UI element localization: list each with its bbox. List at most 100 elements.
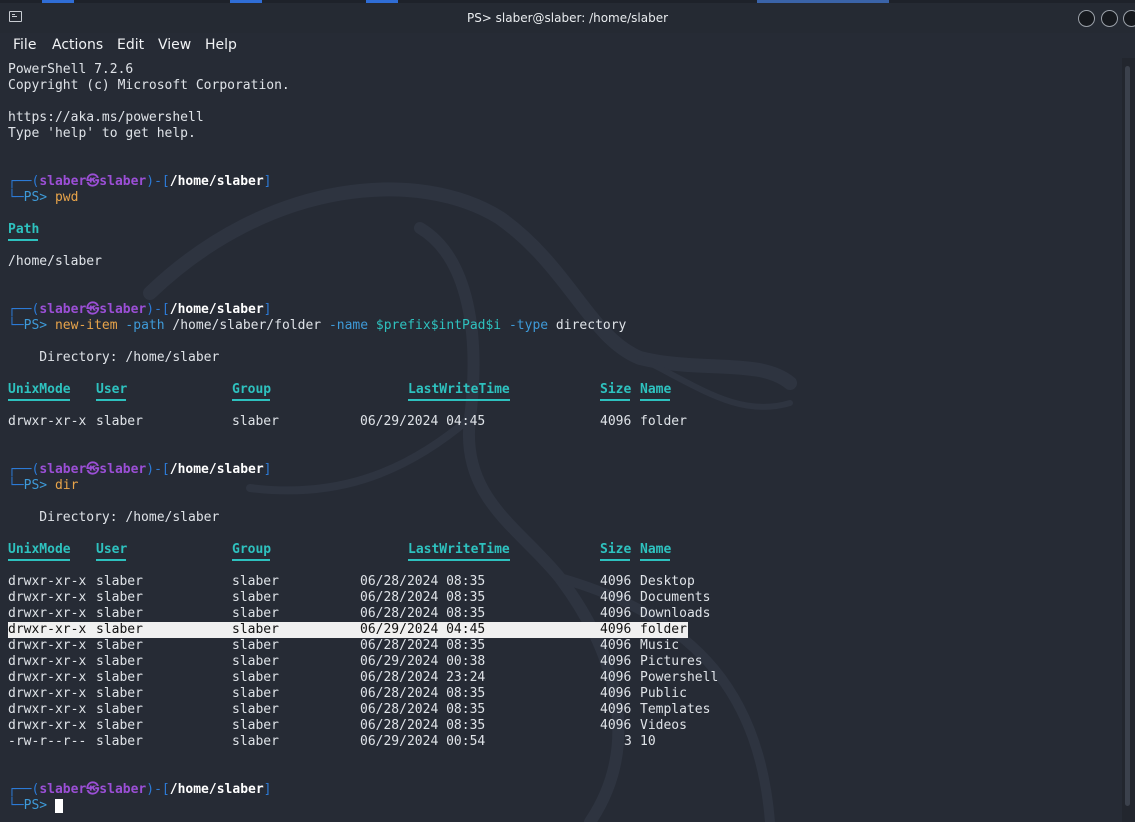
table-cell: drwxr-xr-x: [8, 718, 87, 733]
path-header: Path: [8, 222, 39, 238]
prompt-frame: └─: [8, 318, 24, 333]
directory-label: Directory: /home/slaber: [8, 510, 220, 525]
column-header: UnixMode: [8, 382, 71, 397]
prompt-dir: /home/slaber: [169, 174, 264, 189]
table-cell: slaber: [96, 686, 143, 701]
close-button[interactable]: [1123, 10, 1135, 27]
table-cell: slaber: [96, 654, 143, 669]
prompt-frame: └─: [8, 798, 24, 813]
table-cell: drwxr-xr-x: [8, 574, 87, 589]
table-cell: 06/28/2024 08:35: [360, 638, 486, 653]
column-header: UnixMode: [8, 542, 71, 557]
menu-help[interactable]: Help: [205, 37, 237, 53]
table-cell: slaber: [232, 654, 279, 669]
prompt-frame: )-[: [146, 462, 170, 477]
menu-edit[interactable]: Edit: [117, 37, 144, 53]
table-cell: slaber: [232, 686, 279, 701]
prompt-frame: )-[: [146, 174, 170, 189]
table-cell: 06/28/2024 08:35: [360, 718, 486, 733]
prompt-ps: PS>: [23, 190, 48, 205]
table-cell: drwxr-xr-x: [8, 622, 87, 637]
table-cell: 06/29/2024 00:38: [360, 654, 486, 669]
column-header: Name: [640, 382, 672, 397]
scrollbar-thumb[interactable]: [1125, 66, 1130, 806]
table-cell: 4096: [600, 718, 632, 733]
header-underline: [96, 559, 126, 561]
prompt-ps: PS>: [23, 478, 48, 493]
table-cell: slaber: [96, 590, 143, 605]
table-cell: folder: [640, 414, 687, 429]
prompt-ps: PS>: [23, 318, 48, 333]
prompt-frame: ]: [263, 302, 272, 317]
table-cell: 06/29/2024 04:45: [360, 414, 486, 429]
header-underline: [8, 399, 70, 401]
banner-line: https://aka.ms/powershell: [8, 110, 204, 125]
table-cell: slaber: [232, 702, 279, 717]
table-cell: 3: [624, 734, 632, 749]
prompt-host: slaber: [99, 782, 147, 797]
prompt-user: slaber: [39, 302, 87, 317]
prompt-user: slaber: [39, 462, 87, 477]
command-token: [501, 318, 509, 333]
table-cell: 4096: [600, 654, 632, 669]
table-cell: 06/28/2024 08:35: [360, 590, 486, 605]
column-header: Size: [600, 382, 632, 397]
header-underline: [8, 239, 38, 241]
command-text: dir: [54, 478, 79, 493]
table-cell: 06/28/2024 08:35: [360, 702, 486, 717]
table-cell: 10: [640, 734, 656, 749]
terminal-output[interactable]: PowerShell 7.2.6 Copyright (c) Microsoft …: [0, 58, 1122, 822]
table-cell: slaber: [96, 574, 143, 589]
table-cell: drwxr-xr-x: [8, 590, 87, 605]
command-token: $prefix$intPad$i: [375, 318, 502, 333]
header-underline: [600, 559, 630, 561]
scrollbar[interactable]: [1122, 58, 1135, 822]
command-token: -type: [508, 318, 549, 333]
table-cell: Downloads: [640, 606, 711, 621]
table-cell: 06/28/2024 23:24: [360, 670, 486, 685]
prompt-frame: )-[: [146, 782, 170, 797]
header-underline: [408, 399, 510, 401]
table-cell: Powershell: [640, 670, 719, 685]
command-token: /home/slaber/folder: [164, 318, 329, 333]
column-header: Group: [232, 542, 272, 557]
table-cell: drwxr-xr-x: [8, 686, 87, 701]
header-underline: [96, 399, 126, 401]
table-cell: drwxr-xr-x: [8, 702, 87, 717]
prompt-frame: ]: [263, 782, 272, 797]
prompt-at-symbol: ㉿: [86, 302, 100, 317]
prompt-frame: ┌──(: [8, 462, 40, 477]
table-cell: drwxr-xr-x: [8, 670, 87, 685]
header-underline: [232, 559, 270, 561]
prompt-line: └─PS>: [8, 798, 63, 814]
title-bar: PS> slaber@slaber: /home/slaber: [0, 3, 1135, 33]
path-value: /home/slaber: [8, 254, 102, 269]
prompt-ps: PS>: [23, 798, 48, 813]
table-row: drwxr-xr-x slaber slaber 06/29/2024 04:45 40…: [8, 622, 688, 638]
table-cell: slaber: [96, 670, 143, 685]
table-cell: slaber: [96, 718, 143, 733]
table-cell: slaber: [232, 638, 279, 653]
kali-dragon-wallpaper: [143, 182, 797, 822]
minimize-button[interactable]: [1078, 10, 1095, 27]
column-header: Group: [232, 382, 272, 397]
table-cell: slaber: [96, 638, 143, 653]
prompt-header: ┌──(slaber㉿slaber)-[/home/slaber]: [8, 782, 272, 798]
table-cell: Templates: [640, 702, 711, 717]
table-cell: Music: [640, 638, 680, 653]
menu-actions[interactable]: Actions: [52, 37, 103, 53]
column-header: Path: [8, 222, 40, 237]
prompt-header: ┌──(slaber㉿slaber)-[/home/slaber]: [8, 174, 272, 190]
table-cell: slaber: [232, 574, 279, 589]
table-cell: 06/29/2024 04:45: [360, 622, 486, 637]
menu-file[interactable]: File: [13, 37, 36, 53]
table-cell: slaber: [232, 622, 279, 637]
table-cell: slaber: [96, 702, 143, 717]
table-cell: Desktop: [640, 574, 695, 589]
menu-view[interactable]: View: [158, 37, 191, 53]
table-cell: slaber: [232, 670, 279, 685]
maximize-button[interactable]: [1101, 10, 1118, 27]
prompt-dir: /home/slaber: [169, 462, 264, 477]
